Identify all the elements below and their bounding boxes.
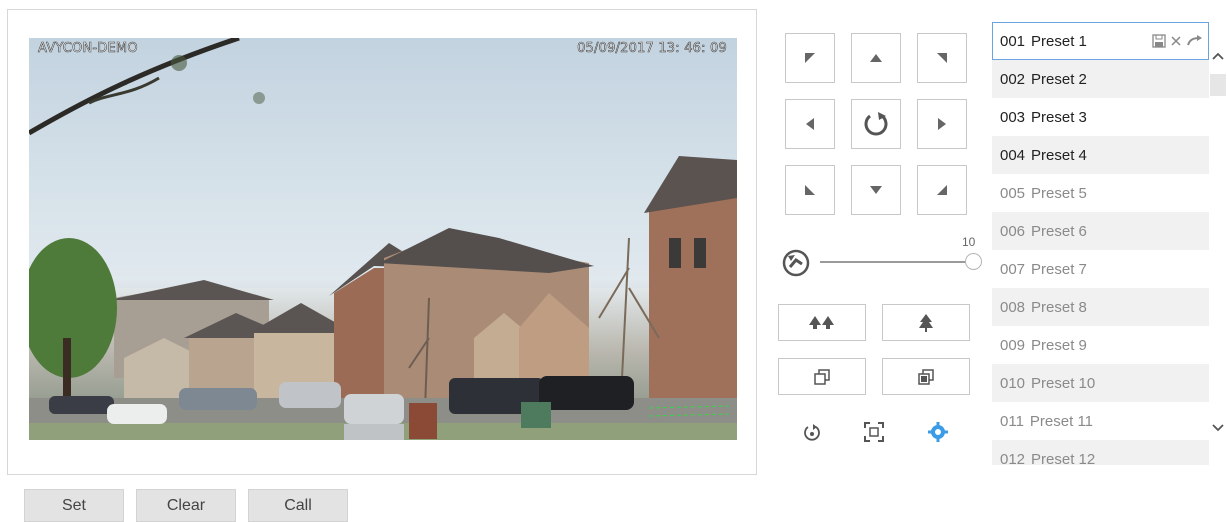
preset-item-010[interactable]: 010 Preset 10 <box>992 364 1209 402</box>
preset-name: Preset 12 <box>1031 450 1096 466</box>
frame-target-icon <box>864 422 884 442</box>
preset-item-009[interactable]: 009 Preset 9 <box>992 326 1209 364</box>
circular-arrow-icon <box>804 424 820 441</box>
arrow-up-icon <box>870 54 882 62</box>
preset-number: 009 <box>1000 336 1026 354</box>
zoom-out-button[interactable] <box>778 304 866 341</box>
scroll-down-button[interactable] <box>1210 420 1226 436</box>
set-preset-button[interactable]: Set <box>24 489 124 522</box>
preset-number: 008 <box>1000 298 1026 316</box>
ptz-up-right-button[interactable] <box>917 33 967 83</box>
preset-list[interactable]: 001 Preset 1 002 Preset 2 003 Preset 3 0… <box>992 22 1209 465</box>
preset-name: Preset 1 <box>1031 32 1087 50</box>
tree-large-icon <box>919 313 933 332</box>
focus-near-button[interactable] <box>778 358 866 395</box>
ptz-right-button[interactable] <box>917 99 967 149</box>
arrow-left-icon <box>806 118 814 130</box>
preset-item-001[interactable]: 001 Preset 1 <box>992 22 1209 60</box>
chevron-up-icon <box>1212 52 1224 60</box>
focus-far-icon <box>918 368 934 385</box>
ptz-left-button[interactable] <box>785 99 835 149</box>
preset-item-012[interactable]: 012 Preset 12 <box>992 440 1209 465</box>
ptz-auto-rotate-button[interactable] <box>851 99 901 149</box>
focus-near-icon <box>814 368 830 385</box>
scroll-up-button[interactable] <box>1210 48 1226 64</box>
preset-item-002[interactable]: 002 Preset 2 <box>992 60 1209 98</box>
preset-number: 007 <box>1000 260 1026 278</box>
ptz-down-right-button[interactable] <box>917 165 967 215</box>
rotate-icon <box>864 112 888 136</box>
preset-number: 003 <box>1000 108 1026 126</box>
preset-name: Preset 7 <box>1031 260 1087 278</box>
3d-position-button[interactable] <box>862 420 886 444</box>
preset-number: 011 <box>1000 412 1024 430</box>
save-icon[interactable] <box>1152 34 1166 48</box>
preset-name: Preset 3 <box>1031 108 1087 126</box>
preset-name: Preset 8 <box>1031 298 1087 316</box>
ptz-speed-icon <box>781 248 811 283</box>
ptz-up-left-button[interactable] <box>785 33 835 83</box>
ptz-speed-slider-thumb[interactable] <box>965 253 982 270</box>
preset-name: Preset 4 <box>1031 146 1087 164</box>
osd-camera-name: AVYCON-DEMO <box>38 41 138 57</box>
preset-name: Preset 6 <box>1031 222 1087 240</box>
preset-name: Preset 5 <box>1031 184 1087 202</box>
preset-name: Preset 11 <box>1029 412 1094 430</box>
camera-scene-image <box>29 38 737 440</box>
ptz-speed-slider-track[interactable] <box>820 261 970 263</box>
preset-name: Preset 9 <box>1031 336 1087 354</box>
osd-datetime: 05/09/2017 13: 46: 09 <box>577 41 727 57</box>
preset-name: Preset 10 <box>1031 374 1096 392</box>
arrow-up-left-icon <box>805 53 815 63</box>
preset-number: 005 <box>1000 184 1026 202</box>
trees-small-icon <box>809 315 834 329</box>
zoom-in-button[interactable] <box>882 304 970 341</box>
close-icon[interactable] <box>1170 34 1182 48</box>
arrow-up-right-icon <box>937 53 947 63</box>
preset-number: 012 <box>1000 450 1026 466</box>
ptz-speed-value: 10 <box>962 235 976 249</box>
preset-item-005[interactable]: 005 Preset 5 <box>992 174 1209 212</box>
preset-number: 001 <box>1000 32 1026 50</box>
call-preset-button[interactable]: Call <box>248 489 348 522</box>
video-frame: AVYCON-DEMO 05/09/2017 13: 46: 09 <box>7 9 757 475</box>
scrollbar-thumb[interactable] <box>1210 74 1226 96</box>
clear-preset-button[interactable]: Clear <box>136 489 236 522</box>
ptz-down-button[interactable] <box>851 165 901 215</box>
chevron-down-icon <box>1212 424 1224 432</box>
one-touch-patrol-button[interactable] <box>800 420 824 444</box>
ptz-settings-button[interactable] <box>926 420 950 444</box>
arrow-down-left-icon <box>805 185 815 195</box>
ptz-up-button[interactable] <box>851 33 901 83</box>
preset-number: 004 <box>1000 146 1026 164</box>
preset-item-008[interactable]: 008 Preset 8 <box>992 288 1209 326</box>
preset-number: 002 <box>1000 70 1026 88</box>
call-preset-icon[interactable] <box>1186 34 1202 48</box>
ptz-down-left-button[interactable] <box>785 165 835 215</box>
arrow-down-right-icon <box>937 185 947 195</box>
arrow-down-icon <box>870 186 882 194</box>
preset-item-007[interactable]: 007 Preset 7 <box>992 250 1209 288</box>
gear-icon <box>928 422 948 442</box>
preset-item-006[interactable]: 006 Preset 6 <box>992 212 1209 250</box>
preset-item-004[interactable]: 004 Preset 4 <box>992 136 1209 174</box>
preset-item-003[interactable]: 003 Preset 3 <box>992 98 1209 136</box>
live-video-view[interactable]: AVYCON-DEMO 05/09/2017 13: 46: 09 <box>29 38 737 440</box>
preset-number: 010 <box>1000 374 1026 392</box>
preset-name: Preset 2 <box>1031 70 1087 88</box>
arrow-right-icon <box>938 118 946 130</box>
focus-far-button[interactable] <box>882 358 970 395</box>
preset-number: 006 <box>1000 222 1026 240</box>
preset-item-011[interactable]: 011 Preset 11 <box>992 402 1209 440</box>
